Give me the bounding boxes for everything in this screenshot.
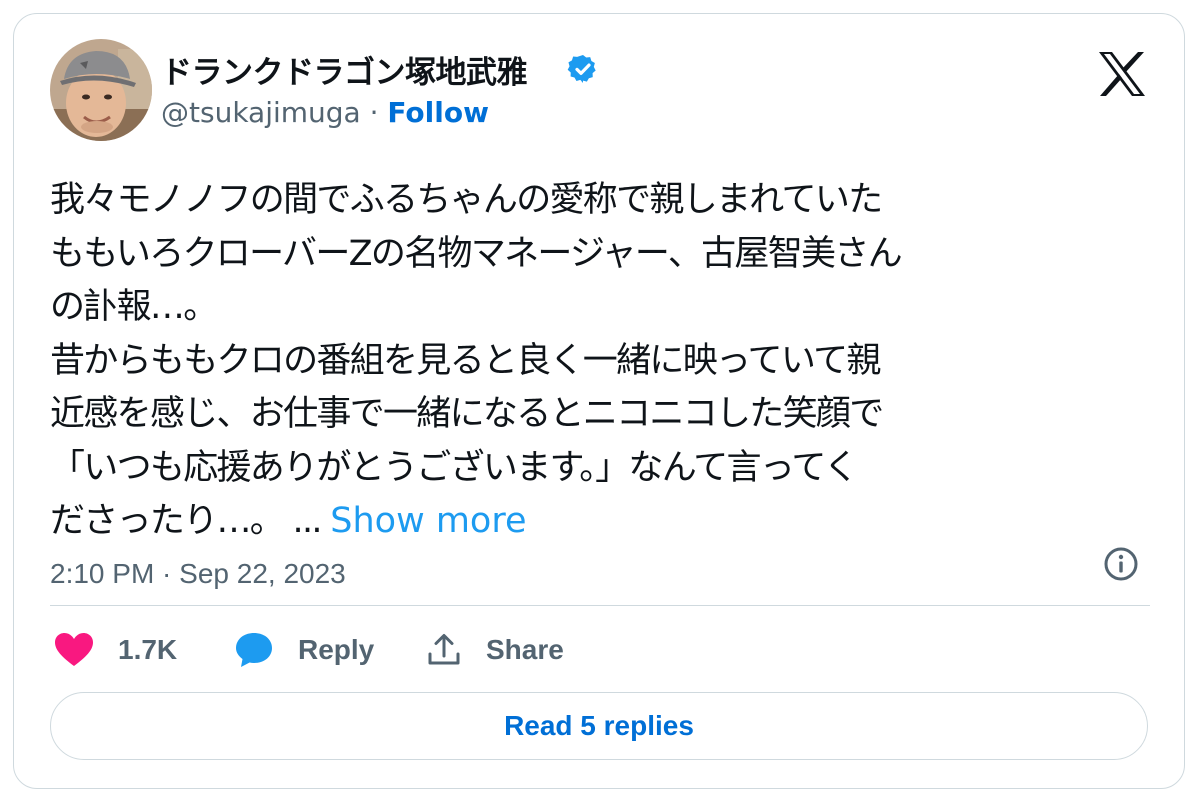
tweet-text-line: の訃報…。 <box>50 287 218 327</box>
tweet-card: ドランクドラゴン塚地武雅 @tsukajimuga · Follow 我々モノノ… <box>13 13 1185 789</box>
tweet-text-line: ださったり…。 <box>50 501 285 541</box>
read-replies-label: Read 5 replies <box>504 710 694 741</box>
tweet-text: 我々モノノフの間でふるちゃんの愛称で親しまれていた ももいろクローバーZの名物マ… <box>50 174 1150 549</box>
tweet-text-line: ももいろクローバーZの名物マネージャー、古屋智美さん <box>50 233 903 274</box>
x-logo-icon[interactable] <box>1097 50 1147 98</box>
author-handle[interactable]: @tsukajimuga <box>161 96 361 129</box>
show-more-link[interactable]: Show more <box>330 501 526 541</box>
handle-separator: · <box>360 96 388 129</box>
reply-bubble-icon <box>236 633 272 667</box>
handle-row: @tsukajimuga · Follow <box>161 96 489 129</box>
read-replies-button[interactable]: Read 5 replies <box>50 692 1148 760</box>
truncation-ellipsis: ... <box>292 501 323 541</box>
reply-label: Reply <box>298 634 375 665</box>
share-label: Share <box>486 634 564 665</box>
reply-button[interactable]: Reply <box>234 629 374 671</box>
heart-icon <box>55 633 93 666</box>
verified-badge-icon <box>567 55 596 83</box>
tweet-timestamp[interactable]: 2:10 PM · Sep 22, 2023 <box>50 558 346 590</box>
like-button[interactable]: 1.7K <box>54 629 177 671</box>
tweet-text-line: 「いつも応援ありがとうございます。」なんて言ってく <box>50 447 859 488</box>
author-name[interactable]: ドランクドラゴン塚地武雅 <box>161 47 528 92</box>
tweet-text-line: 我々モノノフの間でふるちゃんの愛称で親しまれていた <box>50 180 883 220</box>
tweet-text-line: 近感を感じ、お仕事で一緒になるとニコニコした笑顔で <box>50 394 884 434</box>
share-button[interactable]: Share <box>426 629 564 671</box>
follow-button[interactable]: Follow <box>387 96 489 129</box>
info-icon[interactable] <box>1102 545 1140 583</box>
avatar-photo-icon <box>50 39 152 141</box>
tweet-text-last-line: ださったり…。 ... Show more <box>50 495 1150 549</box>
tweet-text-line: 昔からももクロの番組を見ると良く一緒に映っていて親 <box>50 340 881 381</box>
like-count: 1.7K <box>118 634 178 665</box>
divider <box>50 605 1150 606</box>
share-icon <box>428 634 460 665</box>
author-avatar[interactable] <box>50 39 152 141</box>
